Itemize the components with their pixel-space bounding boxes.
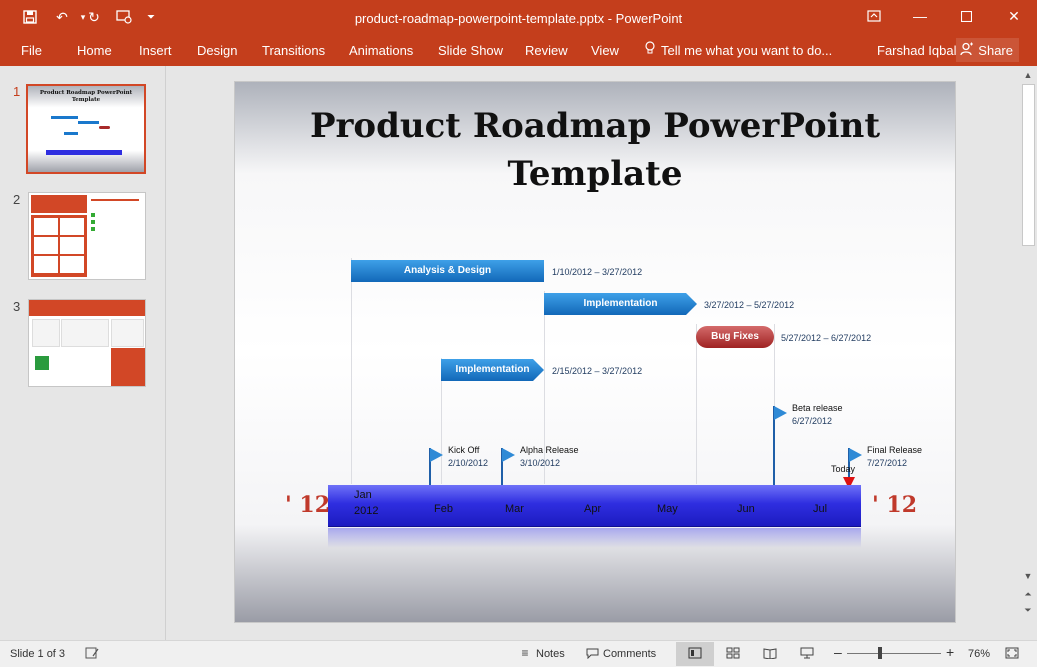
today-label: Today: [831, 464, 856, 474]
year-right-label: ' 12: [872, 492, 918, 518]
flag-icon: [430, 448, 443, 462]
share-label: Share: [978, 42, 1013, 58]
maximize-icon[interactable]: [943, 0, 989, 32]
status-bar: Slide 1 of 3 ≡ Notes Comments – + 76%: [0, 640, 1037, 667]
lightbulb-icon: [645, 41, 655, 61]
thumbnail-number-1: 1: [13, 84, 21, 99]
timeline-reflection: [328, 528, 861, 548]
milestone-date: 2/10/2012: [448, 458, 489, 468]
normal-view-icon[interactable]: [687, 646, 703, 660]
tab-animations[interactable]: Animations: [349, 41, 413, 61]
share-button[interactable]: Share: [956, 38, 1019, 62]
share-person-icon: [960, 42, 974, 59]
zoom-in-icon[interactable]: +: [946, 644, 954, 660]
task-dates: 2/15/2012 – 3/27/2012: [552, 366, 643, 376]
milestone-label: Beta release: [792, 403, 843, 413]
year-left-label: ' 12: [285, 492, 331, 518]
comments-button[interactable]: Comments: [603, 648, 656, 660]
previous-slide-icon[interactable]: ⏶: [1020, 587, 1036, 601]
milestone-label: Final Release: [867, 445, 923, 455]
thumbnail-slide-1[interactable]: Product Roadmap PowerPoint Template: [26, 84, 146, 174]
tab-file[interactable]: File: [21, 41, 42, 61]
thumbnail-slide-2[interactable]: [28, 192, 146, 280]
milestone-date: 7/27/2012: [867, 458, 908, 468]
task-dates: 5/27/2012 – 6/27/2012: [781, 333, 872, 343]
reading-view-icon[interactable]: [762, 646, 778, 660]
thumbnail-slide-3[interactable]: [28, 299, 146, 387]
month-label: May: [657, 503, 678, 515]
tab-insert[interactable]: Insert: [139, 41, 172, 61]
slide-counter[interactable]: Slide 1 of 3: [10, 648, 65, 660]
vertical-scrollbar[interactable]: ▲ ▼ ⏶ ⏷: [1019, 66, 1037, 640]
tab-home[interactable]: Home: [77, 41, 112, 61]
slide-canvas[interactable]: Product Roadmap PowerPoint Template Anal…: [234, 81, 956, 623]
milestone-date: 3/10/2012: [520, 458, 561, 468]
thumbnail-1-title: Product Roadmap PowerPoint Template: [39, 90, 133, 103]
month-label: Feb: [434, 503, 453, 515]
task-dates: 1/10/2012 – 3/27/2012: [552, 267, 643, 277]
task-bar-implementation[interactable]: Implementation: [441, 359, 544, 381]
task-bar-implementation[interactable]: Implementation: [544, 293, 697, 315]
month-label: Mar: [505, 503, 524, 515]
zoom-out-icon[interactable]: –: [834, 644, 842, 660]
notes-button[interactable]: Notes: [536, 648, 565, 660]
flag-icon: [502, 448, 515, 462]
month-label: Jan: [354, 489, 372, 501]
notes-icon[interactable]: ≡: [517, 646, 533, 660]
slide-editor[interactable]: Product Roadmap PowerPoint Template Anal…: [166, 66, 1017, 640]
tab-design[interactable]: Design: [197, 41, 237, 61]
ribbon-display-options-icon[interactable]: [851, 0, 897, 32]
scroll-down-icon[interactable]: ▼: [1020, 569, 1036, 583]
guide-line: [696, 324, 697, 484]
task-bar-analysis-design[interactable]: Analysis & Design: [351, 260, 544, 282]
tab-review[interactable]: Review: [525, 41, 568, 61]
guide-line: [351, 258, 352, 484]
milestone-label: Alpha Release: [520, 445, 579, 455]
title-bar: ↶ ▾ ↻ ⏷ product-roadmap-powerpoint-templ…: [0, 0, 1037, 36]
flag-icon: [849, 448, 862, 462]
zoom-level[interactable]: 76%: [968, 648, 990, 660]
comments-icon[interactable]: [584, 646, 600, 660]
tell-me-box[interactable]: Tell me what you want to do...: [645, 41, 832, 61]
zoom-slider-thumb[interactable]: [878, 647, 882, 659]
month-label: Jul: [813, 503, 828, 515]
task-bar-bug-fixes[interactable]: Bug Fixes: [696, 326, 774, 348]
next-slide-icon[interactable]: ⏷: [1020, 603, 1036, 617]
tell-me-text: Tell me what you want to do...: [661, 43, 833, 58]
thumbnail-number-3: 3: [13, 299, 21, 314]
timeline-band[interactable]: Jan 2012 Feb Mar Apr May Jun Jul: [328, 485, 861, 527]
slide-show-icon[interactable]: [799, 646, 815, 660]
close-icon[interactable]: ✕: [991, 0, 1037, 32]
scroll-up-icon[interactable]: ▲: [1020, 68, 1036, 82]
slide-sorter-icon[interactable]: [725, 646, 741, 660]
tab-view[interactable]: View: [591, 41, 619, 61]
tab-transitions[interactable]: Transitions: [262, 41, 325, 61]
scrollbar-thumb[interactable]: [1022, 84, 1035, 246]
month-label: Jun: [737, 503, 755, 515]
ribbon: File Home Insert Design Transitions Anim…: [0, 36, 1037, 66]
month-label: Apr: [584, 503, 602, 515]
milestone-date: 6/27/2012: [792, 416, 833, 426]
year-label: 2012: [354, 505, 379, 517]
thumbnail-number-2: 2: [13, 192, 21, 207]
tab-slide-show[interactable]: Slide Show: [438, 41, 503, 61]
milestone-label: Kick Off: [448, 445, 480, 455]
user-name[interactable]: Farshad Iqbal: [877, 41, 957, 61]
minimize-icon[interactable]: —: [897, 0, 943, 32]
flag-icon: [774, 406, 787, 420]
slide-title[interactable]: Product Roadmap PowerPoint Template: [235, 102, 955, 198]
spelling-check-icon[interactable]: [84, 646, 100, 660]
fit-to-window-icon[interactable]: [1004, 646, 1020, 660]
slide-thumbnails-pane: 1 Product Roadmap PowerPoint Template 2 …: [0, 66, 166, 640]
zoom-slider[interactable]: [847, 653, 941, 654]
task-dates: 3/27/2012 – 5/27/2012: [704, 300, 795, 310]
